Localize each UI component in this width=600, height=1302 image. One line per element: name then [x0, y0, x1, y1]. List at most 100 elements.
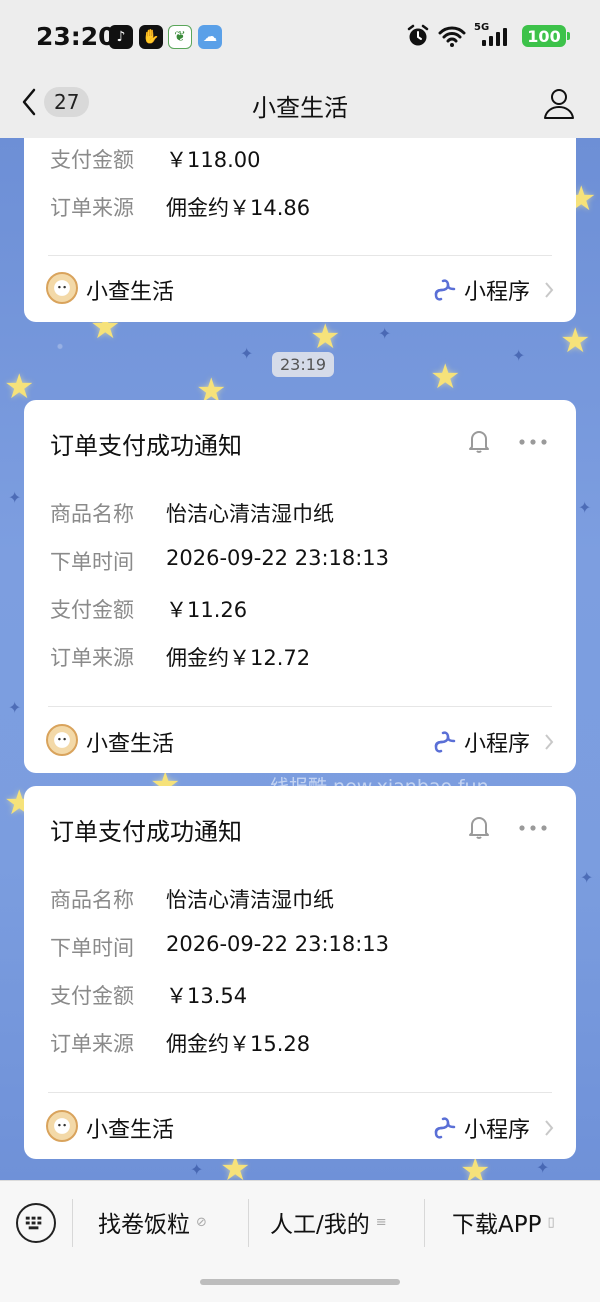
leaf-icon: ❦: [168, 25, 192, 49]
row-label: 支付金额: [50, 148, 134, 172]
row-value: 2026-09-22 23:18:13: [166, 546, 390, 570]
sparkle-icon: ✦: [578, 498, 592, 517]
star-icon: ★: [560, 321, 591, 361]
chevron-right-icon: [545, 282, 554, 298]
mini-program-link[interactable]: 小程序: [432, 1112, 554, 1144]
mini-program-logo: [46, 272, 78, 304]
menu-divider: [248, 1199, 249, 1247]
menu-item-label: 找卷饭粒: [98, 1212, 190, 1238]
chat-area[interactable]: ★ ★ ★ ★ ★ ★ ★ ★ ★ ★ ★ ✦ ✦ ✦ ✦ ✦ ✦ ✦ ✦ ✦ …: [0, 138, 600, 1180]
status-bar: 23:20 ♪ ✋ ❦ ☁ 5G 100: [0, 0, 600, 74]
mini-program-label: 小程序: [463, 732, 530, 757]
star-icon: ★: [430, 357, 461, 397]
more-icon[interactable]: [518, 824, 548, 832]
card-row: 订单来源 佣金约￥12.72: [50, 642, 310, 672]
chevron-right-icon: [545, 734, 554, 750]
card-title: 订单支付成功通知: [50, 818, 242, 846]
row-label: 商品名称: [50, 502, 134, 526]
row-value: ￥13.54: [166, 984, 248, 1008]
footer-app-name: 小查生活: [86, 1118, 175, 1143]
menu-divider: [72, 1199, 73, 1247]
bell-icon[interactable]: [468, 428, 490, 454]
footer-app-name: 小查生活: [86, 732, 175, 757]
row-value: 怡洁心清洁湿巾纸: [166, 888, 334, 912]
profile-icon[interactable]: [542, 86, 576, 120]
mini-program-icon: [434, 1117, 456, 1139]
mini-program-label: 小程序: [463, 1118, 530, 1143]
menu-divider: [424, 1199, 425, 1247]
row-value: 佣金约￥12.72: [166, 646, 311, 670]
mini-program-link[interactable]: 小程序: [432, 274, 554, 306]
card-row: 支付金额 ￥13.54: [50, 980, 247, 1010]
card-row: 支付金额 ￥118.00: [50, 144, 260, 174]
row-label: 下单时间: [50, 936, 134, 960]
row-label: 商品名称: [50, 888, 134, 912]
bottom-menu: 找卷饭粒 ⊘ 人工/我的 ≡ 下载APP ▯: [0, 1180, 600, 1302]
order-card[interactable]: 订单支付成功通知 商品名称 怡洁心清洁湿巾纸 下单时间 2026-09-22 2…: [24, 400, 576, 773]
card-row: 商品名称 怡洁心清洁湿巾纸: [50, 498, 334, 528]
mini-program-logo: [46, 1110, 78, 1142]
row-label: 订单来源: [50, 646, 134, 670]
chevron-right-icon: [545, 1120, 554, 1136]
sparkle-icon: ✦: [580, 868, 594, 887]
card-row: 下单时间 2026-09-22 23:18:13: [50, 546, 389, 576]
home-indicator[interactable]: [200, 1279, 400, 1285]
page-title: 小查生活: [252, 94, 348, 122]
weather-icon: ☁: [198, 25, 222, 49]
menu-item-download-app[interactable]: 下载APP ▯: [452, 1205, 555, 1239]
divider: [48, 706, 552, 707]
card-row: 支付金额 ￥11.26: [50, 594, 247, 624]
wifi-icon: [438, 26, 466, 47]
hand-icon: ✋: [139, 25, 163, 49]
row-value: 怡洁心清洁湿巾纸: [166, 502, 334, 526]
mini-program-link[interactable]: 小程序: [432, 726, 554, 758]
card-row: 订单来源 佣金约￥15.28: [50, 1028, 310, 1058]
card-row: 下单时间 2026-09-22 23:18:13: [50, 932, 389, 962]
menu-item-service-mine[interactable]: 人工/我的 ≡: [270, 1205, 387, 1239]
tiktok-icon: ♪: [109, 25, 133, 49]
link-icon: ⊘: [196, 1214, 207, 1230]
sparkle-icon: ✦: [378, 324, 392, 343]
menu-item-label: 人工/我的: [270, 1212, 370, 1238]
card-footer[interactable]: 小查生活 小程序: [24, 710, 576, 770]
row-value: 2026-09-22 23:18:13: [166, 932, 390, 956]
row-label: 支付金额: [50, 598, 134, 622]
sparkle-icon: ✦: [512, 346, 526, 365]
star-icon: ★: [310, 317, 341, 357]
row-label: 订单来源: [50, 1032, 134, 1056]
row-value: 佣金约￥14.86: [166, 196, 311, 220]
row-value: ￥118.00: [166, 148, 261, 172]
star-icon: ★: [4, 367, 35, 407]
card-title: 订单支付成功通知: [50, 432, 242, 460]
menu-item-find-coupons[interactable]: 找卷饭粒 ⊘: [98, 1205, 207, 1239]
sparkle-icon: ✦: [8, 698, 22, 717]
battery-level: 100: [527, 26, 561, 46]
chat-timestamp: 23:19: [272, 352, 335, 377]
card-footer[interactable]: 小查生活 小程序: [24, 1096, 576, 1156]
mini-program-logo: [46, 724, 78, 756]
menu-item-label: 下载APP: [452, 1212, 542, 1238]
sparkle-icon: ✦: [190, 1160, 204, 1179]
sparkle-icon: ✦: [8, 488, 22, 507]
menu-icon: ≡: [375, 1214, 387, 1230]
order-card[interactable]: 订单支付成功通知 商品名称 怡洁心清洁湿巾纸 下单时间 2026-09-22 2…: [24, 786, 576, 1159]
keyboard-icon: [25, 1216, 42, 1230]
row-label: 下单时间: [50, 550, 134, 574]
mini-program-icon: [434, 731, 456, 753]
order-card[interactable]: 支付金额 ￥118.00 订单来源 佣金约￥14.86 小查生活 小程序: [24, 138, 576, 322]
more-icon[interactable]: [518, 438, 548, 446]
mini-program-label: 小程序: [463, 280, 530, 305]
divider: [48, 1092, 552, 1093]
row-label: 支付金额: [50, 984, 134, 1008]
status-time: 23:20: [36, 22, 116, 51]
card-row: 商品名称 怡洁心清洁湿巾纸: [50, 884, 334, 914]
nav-bar: 27 小查生活: [0, 74, 600, 138]
card-footer[interactable]: 小查生活 小程序: [24, 258, 576, 318]
sparkle-icon: ✦: [536, 1158, 550, 1177]
document-icon: ▯: [547, 1214, 555, 1230]
sparkle-icon: ✦: [240, 344, 254, 363]
card-row: 订单来源 佣金约￥14.86: [50, 192, 310, 222]
bell-icon[interactable]: [468, 814, 490, 840]
keyboard-toggle-button[interactable]: [16, 1203, 56, 1243]
row-value: ￥11.26: [166, 598, 248, 622]
